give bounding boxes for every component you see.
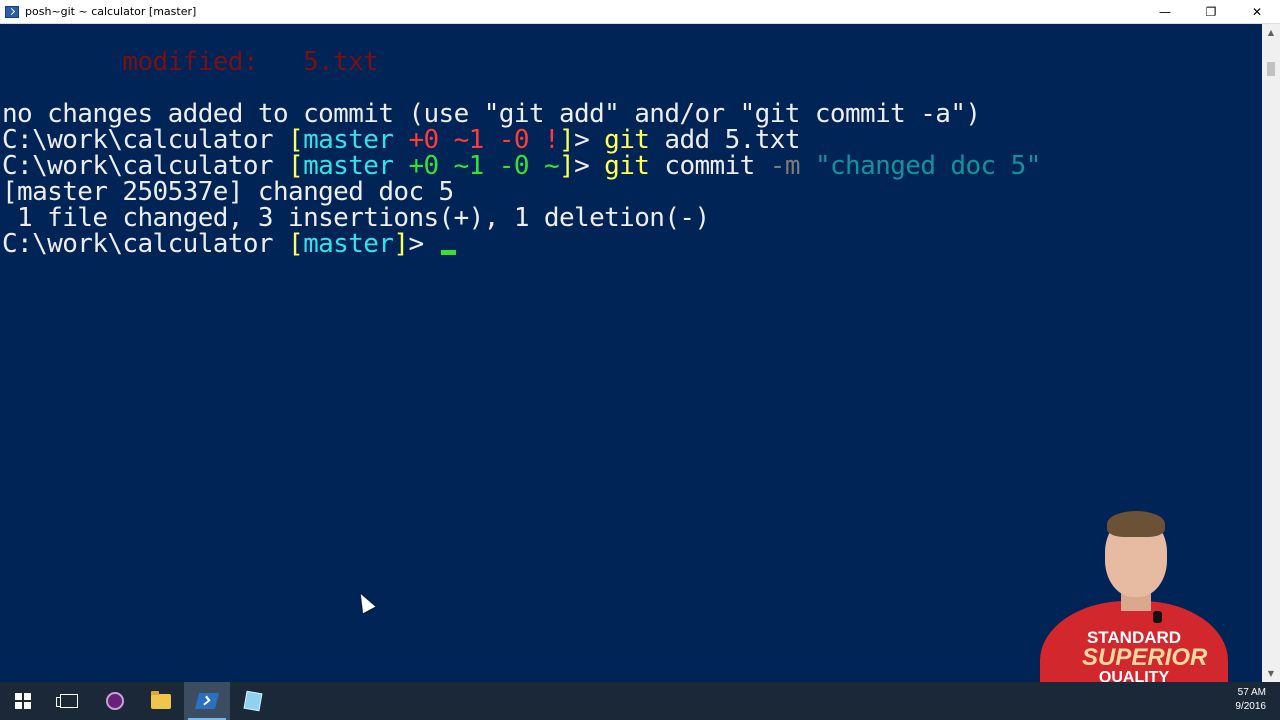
start-button[interactable] bbox=[0, 682, 46, 720]
console-text-segment: > bbox=[408, 229, 439, 259]
notepad-icon bbox=[243, 690, 263, 712]
console-line: C:\work\calculator [master +0 ~1 -0 ~]> … bbox=[2, 153, 1041, 179]
file-explorer-icon bbox=[151, 690, 171, 709]
console-line: modified: 5.txt bbox=[2, 47, 379, 77]
console-line: [master 250537e] changed doc 5 bbox=[2, 179, 454, 205]
console-line: 1 file changed, 3 insertions(+), 1 delet… bbox=[2, 205, 710, 231]
console-text-segment: modified: 5.txt bbox=[2, 47, 379, 77]
console-text-segment: master bbox=[303, 229, 394, 259]
console-line: no changes added to commit (use "git add… bbox=[2, 101, 981, 127]
powershell-icon bbox=[195, 693, 219, 709]
presenter-hair bbox=[1107, 511, 1165, 537]
console-text-segment: C:\work\calculator bbox=[2, 229, 289, 259]
console-text-segment: commit bbox=[649, 151, 770, 181]
restore-button[interactable]: ❐ bbox=[1188, 0, 1234, 24]
shirt-print: STANDARD SUPERIOR QUALITY bbox=[1082, 629, 1208, 686]
close-button[interactable]: ✕ bbox=[1234, 0, 1280, 24]
system-clock[interactable]: 57 AM 9/2016 bbox=[1226, 682, 1266, 720]
taskbar bbox=[0, 682, 1280, 720]
window-title: posh~git ~ calculator [master] bbox=[25, 5, 197, 18]
lapel-microphone bbox=[1153, 611, 1162, 623]
taskbar-visual-studio[interactable] bbox=[92, 682, 138, 720]
console-line: C:\work\calculator [master +0 ~1 -0 !]> … bbox=[2, 127, 800, 153]
task-view-icon bbox=[56, 694, 78, 708]
scroll-thumb[interactable] bbox=[1267, 62, 1275, 76]
minimize-button[interactable]: — bbox=[1142, 0, 1188, 24]
windows-logo-icon bbox=[15, 693, 31, 709]
clock-time: 57 AM bbox=[1237, 687, 1266, 698]
clock-date: 9/2016 bbox=[1235, 701, 1266, 712]
powershell-app-icon bbox=[5, 5, 19, 18]
console-text-segment: ] bbox=[393, 229, 409, 259]
console-text-segment: -m bbox=[769, 151, 801, 181]
scroll-down-arrow-icon[interactable]: ▼ bbox=[1262, 665, 1280, 682]
visual-studio-icon bbox=[106, 692, 124, 710]
task-view-button[interactable] bbox=[46, 682, 92, 720]
scroll-up-arrow-icon[interactable]: ▲ bbox=[1262, 24, 1280, 41]
console-text-segment: [ bbox=[288, 229, 304, 259]
console-text-segment: > bbox=[574, 151, 605, 181]
taskbar-notepad[interactable] bbox=[230, 682, 276, 720]
window-controls: — ❐ ✕ bbox=[1142, 0, 1280, 24]
console-prompt-line: C:\work\calculator [master]> bbox=[2, 231, 456, 257]
window-title-bar[interactable]: posh~git ~ calculator [master] — ❐ ✕ bbox=[0, 0, 1280, 24]
vertical-scrollbar[interactable]: ▲ ▼ bbox=[1262, 24, 1280, 682]
text-cursor bbox=[440, 250, 456, 255]
console-text-segment: ] bbox=[559, 151, 575, 181]
taskbar-file-explorer[interactable] bbox=[138, 682, 184, 720]
console-text-segment: "changed doc 5" bbox=[799, 151, 1041, 181]
console-text-segment: git bbox=[604, 151, 650, 181]
taskbar-powershell[interactable] bbox=[184, 682, 230, 720]
shirt-print-line2: SUPERIOR bbox=[1082, 644, 1208, 671]
